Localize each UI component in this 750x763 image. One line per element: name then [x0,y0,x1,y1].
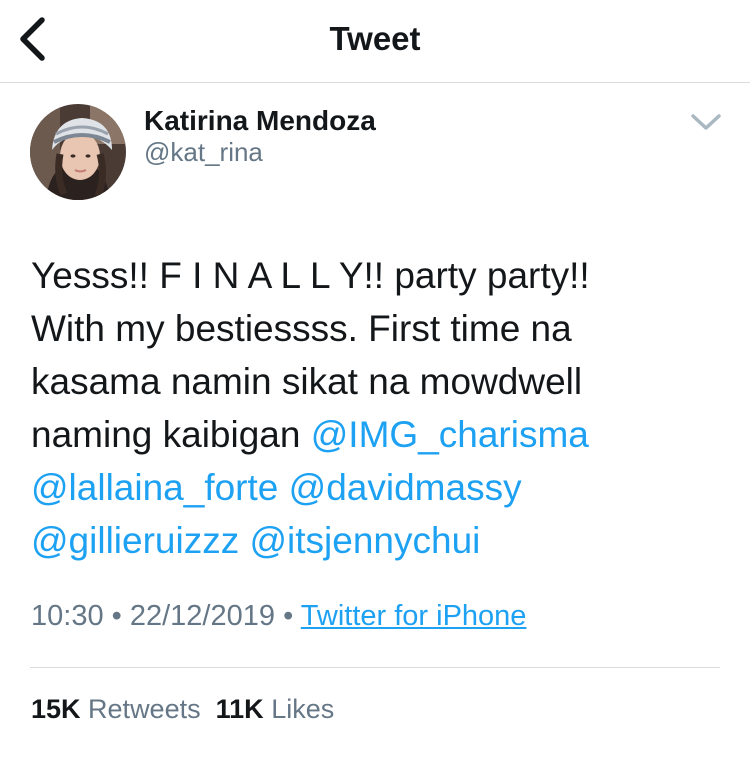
tweet-text: Yesss!! F I N A L L Y!! party party!! Wit… [31,249,731,567]
retweets-stat[interactable]: 15K Retweets [31,694,201,724]
mention-link[interactable]: @lallaina_forte [31,467,278,508]
tweet-line: With my bestiessss. First time na [31,302,731,355]
profile-photo [30,104,126,200]
tweet-line: Yesss!! F I N A L L Y!! party party!! [31,249,731,302]
author-name[interactable]: Katirina Mendoza [144,104,376,138]
tweet-line: @gillieruizzz @itsjennychui [31,514,731,567]
retweets-count: 15K [31,694,81,724]
tweet-time: 10:30 [31,600,104,632]
tweet-text-segment: kasama namin sikat na mowdwell [31,361,583,402]
tweet-detail-screen: Tweet Katirina Mendoza @kat_rina Yesss!!… [0,0,750,763]
tweet-text-segment [239,520,249,561]
tweet-date: 22/12/2019 [129,600,276,632]
tweet-line: kasama namin sikat na mowdwell [31,355,731,408]
tweet-text-segment: With my bestiessss. First time na [31,308,572,349]
likes-count: 11K [215,694,264,724]
divider [30,667,720,668]
tweet-text-segment: naming kaibigan [31,414,311,455]
mention-link[interactable]: @IMG_charisma [311,414,589,455]
meta-separator: • [103,600,130,632]
tweet-line: naming kaibigan @IMG_charisma [31,408,731,461]
meta-separator: • [275,600,301,632]
mention-link[interactable]: @itsjennychui [250,520,481,561]
tweet-line: @lallaina_forte @davidmassy [31,461,731,514]
avatar[interactable] [30,104,126,200]
tweet-meta: 10:30 • 22/12/2019 • Twitter for iPhone [31,598,526,634]
tweet-stats: 15K Retweets 11K Likes [31,692,334,726]
nav-header: Tweet [0,0,750,83]
mention-link[interactable]: @gillieruizzz [31,520,239,561]
chevron-down-icon [691,114,721,130]
more-options-button[interactable] [688,108,724,136]
likes-label: Likes [271,694,335,724]
retweets-label: Retweets [88,694,201,724]
page-title: Tweet [329,20,421,57]
likes-stat[interactable]: 11K Likes [216,694,335,724]
mention-link[interactable]: @davidmassy [289,467,522,508]
author-handle[interactable]: @kat_rina [144,136,263,168]
tweet-source-link[interactable]: Twitter for iPhone [301,600,527,632]
tweet-text-segment [278,467,288,508]
tweet-text-segment: Yesss!! F I N A L L Y!! party party!! [31,255,590,296]
